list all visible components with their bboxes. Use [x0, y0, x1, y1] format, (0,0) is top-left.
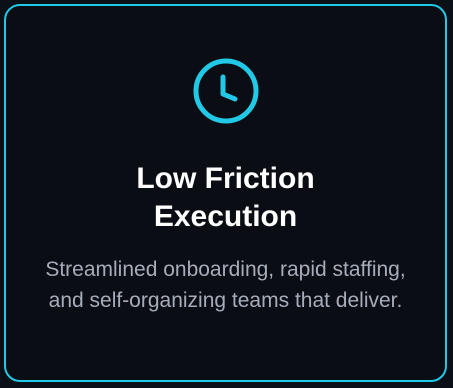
feature-card: Low Friction Execution Streamlined onboa…: [4, 4, 447, 382]
card-title: Low Friction Execution: [136, 162, 315, 233]
card-description: Streamlined onboarding, rapid staffing, …: [45, 258, 406, 312]
clock-icon: [191, 56, 261, 126]
